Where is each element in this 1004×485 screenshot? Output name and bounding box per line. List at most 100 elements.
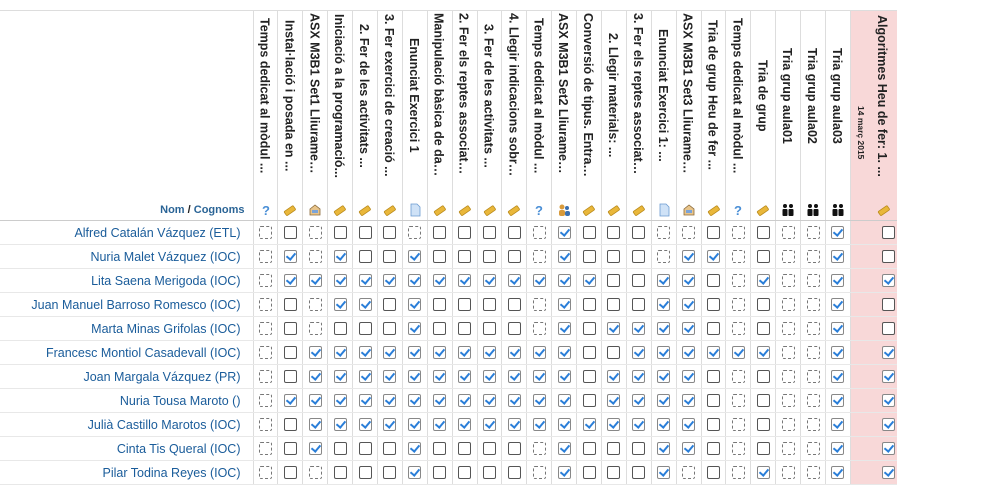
completion-cell[interactable] <box>750 388 776 413</box>
checked-checkbox-icon[interactable] <box>458 393 472 407</box>
completion-cell[interactable] <box>352 460 378 485</box>
completion-cell[interactable] <box>576 220 602 245</box>
completion-cell[interactable] <box>327 220 353 245</box>
pencil-icon[interactable] <box>358 203 372 217</box>
column-header-11[interactable]: 4. Llegir indicacions sobre... <box>501 10 527 221</box>
empty-checkbox-icon[interactable] <box>756 369 770 383</box>
completion-cell[interactable] <box>476 268 502 293</box>
inbox-icon[interactable] <box>682 203 696 217</box>
completion-cell[interactable] <box>675 292 702 317</box>
empty-checkbox-icon[interactable] <box>283 345 297 359</box>
empty-checkbox-icon[interactable] <box>383 465 397 479</box>
auto-checkbox-icon[interactable] <box>731 321 745 335</box>
empty-checkbox-icon[interactable] <box>358 249 372 263</box>
checked-checkbox-icon[interactable] <box>731 345 745 359</box>
completion-cell[interactable] <box>501 388 527 413</box>
completion-cell[interactable] <box>252 460 278 485</box>
completion-cell[interactable] <box>725 412 751 437</box>
checked-checkbox-icon[interactable] <box>358 345 372 359</box>
column-header-24[interactable]: Tria grup aula03 <box>824 10 851 221</box>
completion-cell[interactable] <box>451 364 478 389</box>
completion-cell[interactable] <box>849 364 897 389</box>
pencil-icon[interactable] <box>433 203 447 217</box>
checked-checkbox-icon[interactable] <box>881 417 895 431</box>
column-header-21[interactable]: Tria de grup <box>750 10 776 221</box>
auto-checkbox-icon[interactable] <box>532 321 546 335</box>
column-header-label[interactable]: Temps dedicat al mòdul ... <box>729 13 745 178</box>
completion-cell[interactable] <box>849 220 897 245</box>
checked-checkbox-icon[interactable] <box>482 369 496 383</box>
completion-cell[interactable] <box>600 244 627 269</box>
completion-cell[interactable] <box>426 292 453 317</box>
completion-cell[interactable] <box>849 244 897 269</box>
completion-cell[interactable] <box>302 268 328 293</box>
empty-checkbox-icon[interactable] <box>632 465 646 479</box>
column-header-8[interactable]: Manipulació bàsica de dades... <box>426 10 453 221</box>
checked-checkbox-icon[interactable] <box>383 369 397 383</box>
completion-cell[interactable] <box>750 364 776 389</box>
checked-checkbox-icon[interactable] <box>657 441 671 455</box>
completion-cell[interactable] <box>775 316 801 341</box>
checked-checkbox-icon[interactable] <box>682 297 696 311</box>
completion-cell[interactable] <box>650 460 677 485</box>
completion-cell[interactable] <box>725 436 751 461</box>
completion-cell[interactable] <box>849 340 897 365</box>
question-icon[interactable]: ? <box>532 203 546 218</box>
completion-cell[interactable] <box>600 388 627 413</box>
checked-checkbox-icon[interactable] <box>333 273 347 287</box>
completion-cell[interactable] <box>675 436 702 461</box>
checked-checkbox-icon[interactable] <box>333 345 347 359</box>
column-header-label[interactable]: ASX M3B1 Set3 Lliurament ... <box>680 13 696 178</box>
checked-checkbox-icon[interactable] <box>482 417 496 431</box>
checked-checkbox-icon[interactable] <box>433 417 447 431</box>
checked-checkbox-icon[interactable] <box>433 273 447 287</box>
completion-cell[interactable] <box>526 460 552 485</box>
column-header-label[interactable]: Tria de grup <box>754 13 770 178</box>
completion-cell[interactable] <box>625 388 652 413</box>
completion-cell[interactable] <box>426 244 453 269</box>
completion-cell[interactable] <box>800 364 826 389</box>
completion-cell[interactable] <box>252 316 278 341</box>
completion-cell[interactable] <box>277 220 303 245</box>
checked-checkbox-icon[interactable] <box>532 273 546 287</box>
checked-checkbox-icon[interactable] <box>831 441 845 455</box>
completion-cell[interactable] <box>327 388 353 413</box>
completion-cell[interactable] <box>650 412 677 437</box>
completion-cell[interactable] <box>625 220 652 245</box>
completion-cell[interactable] <box>476 436 502 461</box>
auto-checkbox-icon[interactable] <box>806 441 820 455</box>
empty-checkbox-icon[interactable] <box>607 441 621 455</box>
checked-checkbox-icon[interactable] <box>308 417 322 431</box>
completion-cell[interactable] <box>750 244 776 269</box>
pencil-icon[interactable] <box>582 203 596 217</box>
auto-checkbox-icon[interactable] <box>657 225 671 239</box>
completion-cell[interactable] <box>501 268 527 293</box>
column-header-14[interactable]: Conversió de tipus. Entradà... <box>576 10 602 221</box>
completion-cell[interactable] <box>576 436 602 461</box>
checked-checkbox-icon[interactable] <box>657 345 671 359</box>
checked-checkbox-icon[interactable] <box>308 441 322 455</box>
empty-checkbox-icon[interactable] <box>333 225 347 239</box>
auto-checkbox-icon[interactable] <box>258 393 272 407</box>
auto-checkbox-icon[interactable] <box>731 249 745 263</box>
completion-cell[interactable] <box>327 340 353 365</box>
column-header-label[interactable]: Conversió de tipus. Entradà... <box>580 13 596 178</box>
completion-cell[interactable] <box>576 460 602 485</box>
completion-cell[interactable] <box>849 412 897 437</box>
empty-checkbox-icon[interactable] <box>358 321 372 335</box>
checked-checkbox-icon[interactable] <box>408 273 422 287</box>
empty-checkbox-icon[interactable] <box>582 369 596 383</box>
completion-cell[interactable] <box>451 412 478 437</box>
pencil-icon[interactable] <box>507 203 521 217</box>
checked-checkbox-icon[interactable] <box>632 369 646 383</box>
checked-checkbox-icon[interactable] <box>881 345 895 359</box>
empty-checkbox-icon[interactable] <box>458 249 472 263</box>
empty-checkbox-icon[interactable] <box>582 345 596 359</box>
auto-checkbox-icon[interactable] <box>806 417 820 431</box>
completion-cell[interactable] <box>501 340 527 365</box>
completion-cell[interactable] <box>277 412 303 437</box>
completion-cell[interactable] <box>551 244 577 269</box>
completion-cell[interactable] <box>650 220 677 245</box>
completion-cell[interactable] <box>675 340 702 365</box>
completion-cell[interactable] <box>327 268 353 293</box>
